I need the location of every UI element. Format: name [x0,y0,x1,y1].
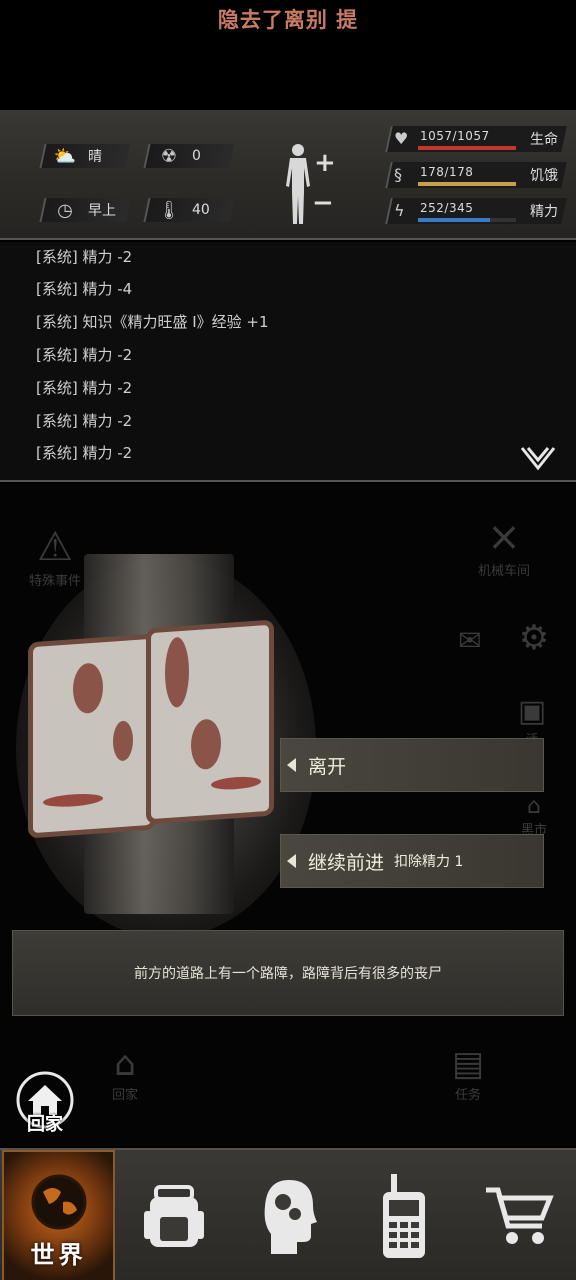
hunger-value: 178/178 [420,165,474,179]
radiation-chip: ☢ 0 [143,144,235,168]
workshop-icon: ⨯ [487,514,521,560]
triangle-left-icon [287,854,296,868]
radiation-value: 0 [192,148,201,164]
special-event-label: 特殊事件 [28,574,81,589]
scene-area: ⚠ 特殊事件 ⨯ 机械车间 ✉ ⚙ ▣ 活 ⌂ 黑市 ⌂ 回家 ▤ 任务 [0,484,576,1146]
nav-skills[interactable] [232,1150,345,1280]
log-line: [系统] 精力 -2 [36,444,133,462]
nav-backpack[interactable] [117,1150,230,1280]
roadblock-sign-image [28,633,156,839]
nav-world[interactable]: 世界 [2,1150,115,1280]
leave-label: 离开 [308,755,347,778]
hunger-stat: § 178/178 饥饿 [385,162,567,188]
home-label: 回家 [27,1114,63,1135]
weather-chip: ⛅ 晴 [39,144,131,168]
hunger-bar [418,182,516,186]
clock-icon: ◷ [57,199,73,221]
event-description-text: 前方的道路上有一个路障，路障背后有很多的丧尸 [134,966,442,982]
top-notice-bar: 隐去了离别 提 [0,0,576,110]
roadblock-sign-image [146,619,274,825]
chevron-down-icon[interactable] [520,446,556,472]
health-value: 1057/1057 [420,129,490,143]
stomach-icon: § [394,165,402,184]
leave-button[interactable]: 离开 [280,738,544,792]
cart-icon [485,1187,554,1244]
health-label: 生命 [530,132,558,148]
continue-cost: 扣除精力 1 [394,854,464,870]
special-event-button[interactable]: ⚠ 特殊事件 [20,524,90,589]
temperature-chip: 🌡 40 [143,198,235,222]
time-value: 早上 [88,203,116,219]
task-button[interactable]: ▤ 任务 [438,1044,498,1103]
plus-icon[interactable]: + [314,148,336,178]
hunger-label: 饥饿 [530,168,558,184]
lightning-icon: ϟ [394,201,405,220]
log-line: [系统] 精力 -2 [36,346,133,364]
log-line: [系统] 精力 -4 [36,280,133,298]
continue-button[interactable]: 继续前进 扣除精力 1 [280,834,544,888]
radio-icon [382,1174,425,1258]
black-market-button[interactable]: ⌂ 黑市 [512,794,556,838]
log-line: [系统] 知识《精力旺盛 Ⅰ》经验 +1 [36,313,269,331]
cloud-sun-icon: ⛅ [53,145,77,167]
nav-radio[interactable] [347,1150,460,1280]
mail-icon[interactable]: ✉ [452,624,488,657]
log-line: [系统] 精力 -2 [36,248,133,266]
head-gears-icon [264,1180,317,1254]
health-bar [418,146,516,150]
log-line: [系统] 精力 -2 [36,379,133,397]
energy-label: 精力 [530,204,558,220]
triangle-left-icon [287,758,296,772]
nav-world-label: 世界 [30,1241,87,1269]
weather-value: 晴 [88,149,102,165]
energy-value: 252/345 [420,201,474,215]
workshop-label: 机械车间 [477,564,530,579]
backpack-icon [143,1185,204,1247]
radiation-icon: ☢ [160,145,178,167]
house-icon: ⌂ [114,1044,136,1084]
body-figure-icon[interactable] [280,142,316,226]
log-line: [系统] 精力 -2 [36,412,133,430]
temperature-value: 40 [192,202,210,218]
black-market-icon: ⌂ [527,794,541,819]
workshop-button[interactable]: ⨯ 机械车间 [462,514,546,579]
gear-icon[interactable]: ⚙ [514,618,554,658]
energy-stat: ϟ 252/345 精力 [385,198,567,224]
thermometer-icon: 🌡 [157,199,181,221]
home-ghost-label: 回家 [111,1088,138,1103]
minus-icon[interactable]: − [312,188,334,218]
gift-icon: ▣ [517,694,547,729]
world-globe-icon [31,1174,86,1230]
heart-icon: ♥ [394,129,409,148]
nav-shop[interactable] [462,1150,575,1280]
task-label: 任务 [454,1088,481,1103]
home-ghost-button[interactable]: ⌂ 回家 [96,1044,154,1103]
top-notice-text: 隐去了离别 提 [217,8,359,32]
message-log[interactable]: [系统] 精力 -2 [系统] 精力 -4 [系统] 知识《精力旺盛 Ⅰ》经验 … [0,242,576,482]
energy-bar [418,218,516,222]
warning-icon: ⚠ [37,524,73,570]
continue-label: 继续前进 [308,851,385,874]
time-chip: ◷ 早上 [39,198,131,222]
health-stat: ♥ 1057/1057 生命 [385,126,567,152]
task-icon: ▤ [451,1044,485,1084]
bottom-nav: 世界 [0,1148,576,1280]
event-description: 前方的道路上有一个路障，路障背后有很多的丧尸 [12,930,564,1016]
